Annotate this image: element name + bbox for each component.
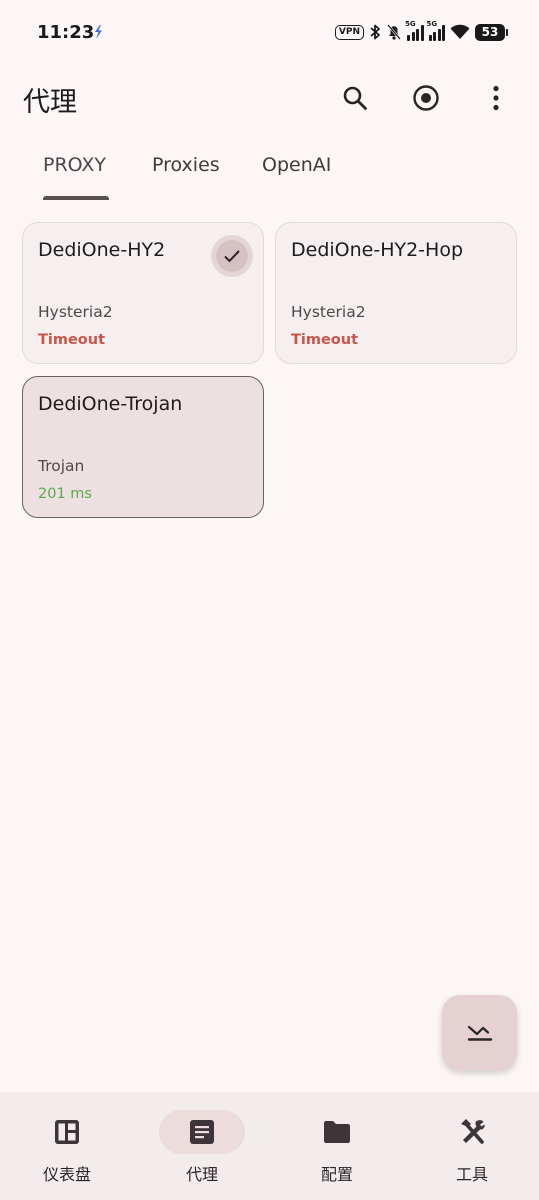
proxy-type: Hysteria2 — [38, 303, 113, 321]
more-options-button[interactable] — [476, 78, 516, 118]
nav-item-profiles[interactable]: 配置 — [270, 1092, 404, 1200]
target-icon — [413, 85, 439, 111]
vpn-icon: VPN — [334, 24, 364, 40]
collapse-fab[interactable] — [442, 995, 517, 1070]
nav-label: 代理 — [185, 1165, 218, 1184]
tab-proxy[interactable]: PROXY — [43, 154, 106, 176]
bottom-navigation: 仪表盘 代理 配置 工具 — [0, 1092, 539, 1200]
signal-sim1-icon: 5G — [405, 20, 424, 41]
dashboard-icon — [55, 1120, 79, 1144]
tab-openai[interactable]: OpenAI — [262, 154, 331, 176]
tools-icon — [461, 1119, 485, 1144]
more-vert-icon — [493, 85, 499, 111]
collapse-icon — [467, 1025, 492, 1041]
sim2-network-tag: 5G — [426, 20, 438, 28]
folder-icon — [324, 1121, 350, 1143]
bell-off-icon — [387, 24, 401, 40]
nav-item-tools[interactable]: 工具 — [405, 1092, 539, 1200]
proxy-type: Trojan — [38, 457, 85, 475]
proxy-card-dedione-hy2-hop[interactable]: DediOne-HY2-Hop Hysteria2 Timeout — [275, 222, 517, 364]
article-icon — [190, 1120, 214, 1144]
status-icons: VPN 5G 5G 53 — [334, 20, 508, 42]
nav-label: 仪表盘 — [42, 1165, 91, 1184]
proxy-delay: Timeout — [291, 332, 359, 348]
search-button[interactable] — [335, 78, 375, 118]
status-bar: 11:23 VPN 5G 5G 53 — [0, 0, 539, 64]
check-icon — [224, 250, 240, 263]
proxy-type: Hysteria2 — [291, 303, 366, 321]
search-icon — [343, 86, 367, 110]
tab-indicator — [43, 196, 109, 200]
bolt-icon — [95, 25, 102, 39]
proxy-name: DediOne-HY2-Hop — [291, 239, 464, 261]
signal-sim2-icon: 5G — [426, 20, 445, 41]
battery-icon: 53 — [475, 23, 508, 41]
bluetooth-icon — [370, 24, 380, 40]
tab-bar: PROXY Proxies OpenAI — [0, 140, 539, 200]
proxy-name: DediOne-Trojan — [38, 393, 183, 415]
checked-badge — [211, 235, 253, 277]
proxy-delay: Timeout — [38, 332, 106, 348]
status-time: 11:23 — [37, 22, 95, 43]
proxy-card-dedione-trojan[interactable]: DediOne-Trojan Trojan 201 ms — [22, 376, 264, 518]
nav-item-dashboard[interactable]: 仪表盘 — [0, 1092, 134, 1200]
tab-proxies[interactable]: Proxies — [152, 154, 220, 176]
proxy-card-dedione-hy2[interactable]: DediOne-HY2 Hysteria2 Timeout — [22, 222, 264, 364]
proxy-name: DediOne-HY2 — [38, 239, 166, 261]
target-button[interactable] — [406, 78, 446, 118]
sim1-network-tag: 5G — [405, 20, 416, 28]
nav-item-proxy[interactable]: 代理 — [135, 1092, 269, 1200]
proxy-delay: 201 ms — [38, 486, 92, 502]
nav-label: 工具 — [455, 1165, 488, 1184]
nav-label: 配置 — [320, 1165, 353, 1184]
wifi-icon — [450, 24, 470, 39]
page-title: 代理 — [23, 87, 77, 118]
